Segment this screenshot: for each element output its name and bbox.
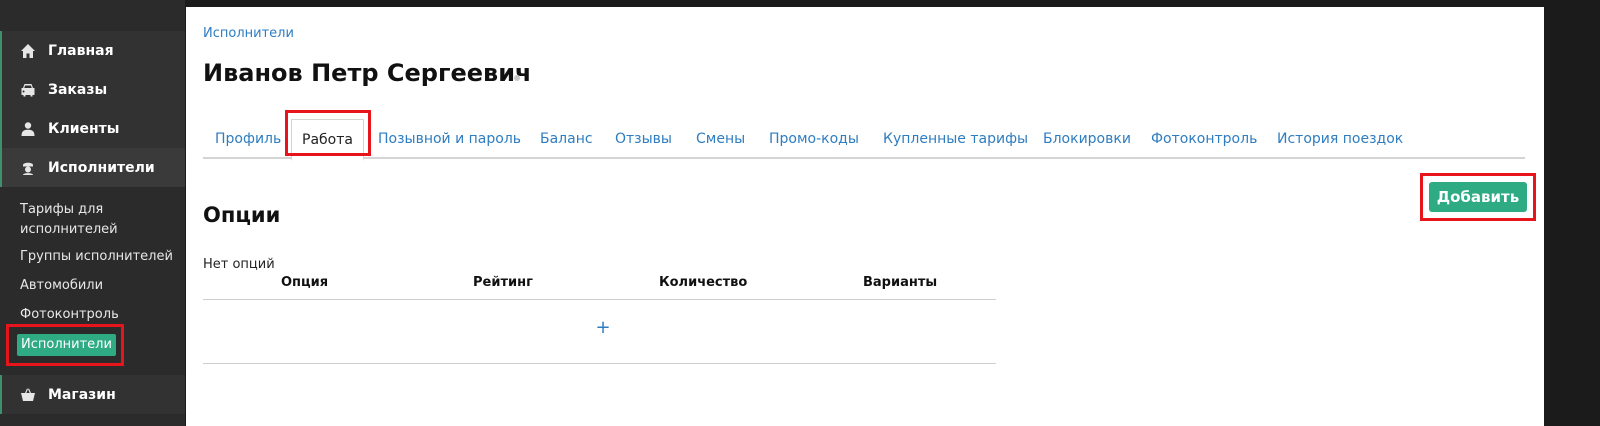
column-header-option: Опция [281,275,329,290]
sidebar-item-shop[interactable]: Магазин [0,375,185,414]
tab-purchased-tariffs[interactable]: Купленные тарифы [883,119,1028,159]
tab-reviews[interactable]: Отзывы [615,119,672,159]
sidebar-item-home[interactable]: Главная [0,31,185,70]
table-divider [203,363,996,364]
tab-bar: Профиль Работа Позывной и пароль Баланс … [203,119,1525,161]
sidebar-item-label: Главная [48,42,114,59]
basket-icon [20,387,36,403]
tab-callsign-password[interactable]: Позывной и пароль [378,119,521,159]
driver-icon [20,160,36,176]
column-header-quantity: Количество [659,275,748,290]
tab-shifts[interactable]: Смены [696,119,745,159]
window-edge [1544,0,1600,426]
page-title: Иванов Петр Сергеевич [203,59,532,87]
car-icon [20,82,36,98]
column-header-rating: Рейтинг [473,275,533,290]
sidebar-item-executors[interactable]: Исполнители [0,148,185,187]
section-title: Опции [203,203,281,227]
submenu-item-executors[interactable]: Исполнители [17,334,116,356]
tab-blocks[interactable]: Блокировки [1043,119,1131,159]
submenu-item-executor-tariffs[interactable]: Тарифы для исполнителей [20,200,180,240]
tab-work[interactable]: Работа [291,119,364,161]
add-row-button[interactable]: + [593,315,613,339]
tab-profile[interactable]: Профиль [215,119,281,159]
sidebar-item-label: Клиенты [48,120,120,137]
tab-trip-history[interactable]: История поездок [1277,119,1403,159]
sidebar-item-clients[interactable]: Клиенты [0,109,185,148]
main-panel: Исполнители Иванов Петр Сергеевич Профил… [186,7,1544,426]
executors-submenu: Тарифы для исполнителей Группы исполните… [0,190,185,375]
tab-photocontrol[interactable]: Фотоконтроль [1151,119,1257,159]
column-header-variants: Варианты [863,275,938,290]
sidebar-item-orders[interactable]: Заказы [0,70,185,109]
breadcrumb[interactable]: Исполнители [203,26,294,41]
table-divider [203,299,996,300]
sidebar-item-label: Магазин [48,386,116,403]
user-icon [20,121,36,137]
submenu-item-executor-groups[interactable]: Группы исполнителей [20,247,180,267]
sidebar-item-label: Исполнители [48,159,155,176]
sidebar-item-label: Заказы [48,81,108,98]
submenu-item-cars[interactable]: Автомобили [20,276,180,296]
status-indicator [514,75,520,81]
sidebar: Главная Заказы Клиенты Исполнители Тариф… [0,0,185,426]
submenu-item-photocontrol[interactable]: Фотоконтроль [20,305,180,325]
empty-state-text: Нет опций [203,257,275,272]
home-icon [20,43,36,59]
add-button[interactable]: Добавить [1429,182,1527,212]
tab-promo-codes[interactable]: Промо-коды [769,119,859,159]
tab-balance[interactable]: Баланс [540,119,593,159]
